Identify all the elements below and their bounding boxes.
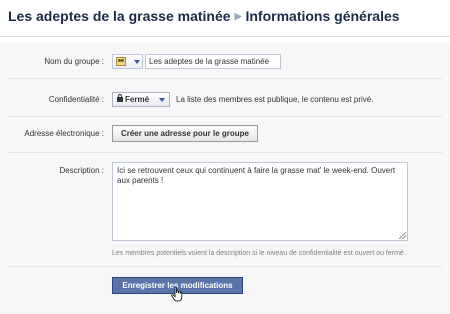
privacy-selected-value: Fermé [125,95,150,104]
divider [8,152,442,153]
divider [8,78,442,79]
resize-grip-icon[interactable] [399,232,406,239]
group-settings-page: Les adeptes de la grasse matinée ▶ Informa… [0,0,450,314]
hand-cursor-icon [171,286,183,302]
description-hint: Les membres potentiels voient la descrip… [112,250,406,257]
description-text: Ici se retrouvent ceux qui continuent à … [117,166,396,185]
chevron-down-icon [159,98,165,102]
group-name-input[interactable]: Les adeptes de la grasse matinée [145,54,281,69]
page-header: Les adeptes de la grasse matinée ▶ Informa… [0,0,450,37]
name-label: Nom du groupe : [44,57,104,66]
privacy-dropdown[interactable]: Fermé [112,92,170,107]
email-label: Adresse électronique : [24,129,104,138]
chevron-down-icon [134,60,140,64]
create-email-button[interactable]: Créer une adresse pour le groupe [112,125,258,142]
breadcrumb-separator-icon: ▶ [234,11,242,21]
lock-icon [117,94,123,102]
settings-form: Nom du groupe : Les adeptes de la grasse… [0,42,450,314]
group-icon-selector[interactable] [112,54,143,69]
description-textarea[interactable]: Ici se retrouvent ceux qui continuent à … [112,162,408,241]
page-title: Informations générales [245,8,400,24]
breadcrumb-group-name[interactable]: Les adeptes de la grasse matinée [8,8,231,24]
privacy-description: La liste des membres est publique, le co… [176,95,374,104]
group-people-icon [116,57,126,66]
breadcrumb: Les adeptes de la grasse matinée ▶ Informa… [8,8,400,24]
privacy-label: Confidentialité : [48,95,104,104]
description-label: Description : [59,166,104,175]
divider [8,116,442,117]
divider [8,266,442,267]
